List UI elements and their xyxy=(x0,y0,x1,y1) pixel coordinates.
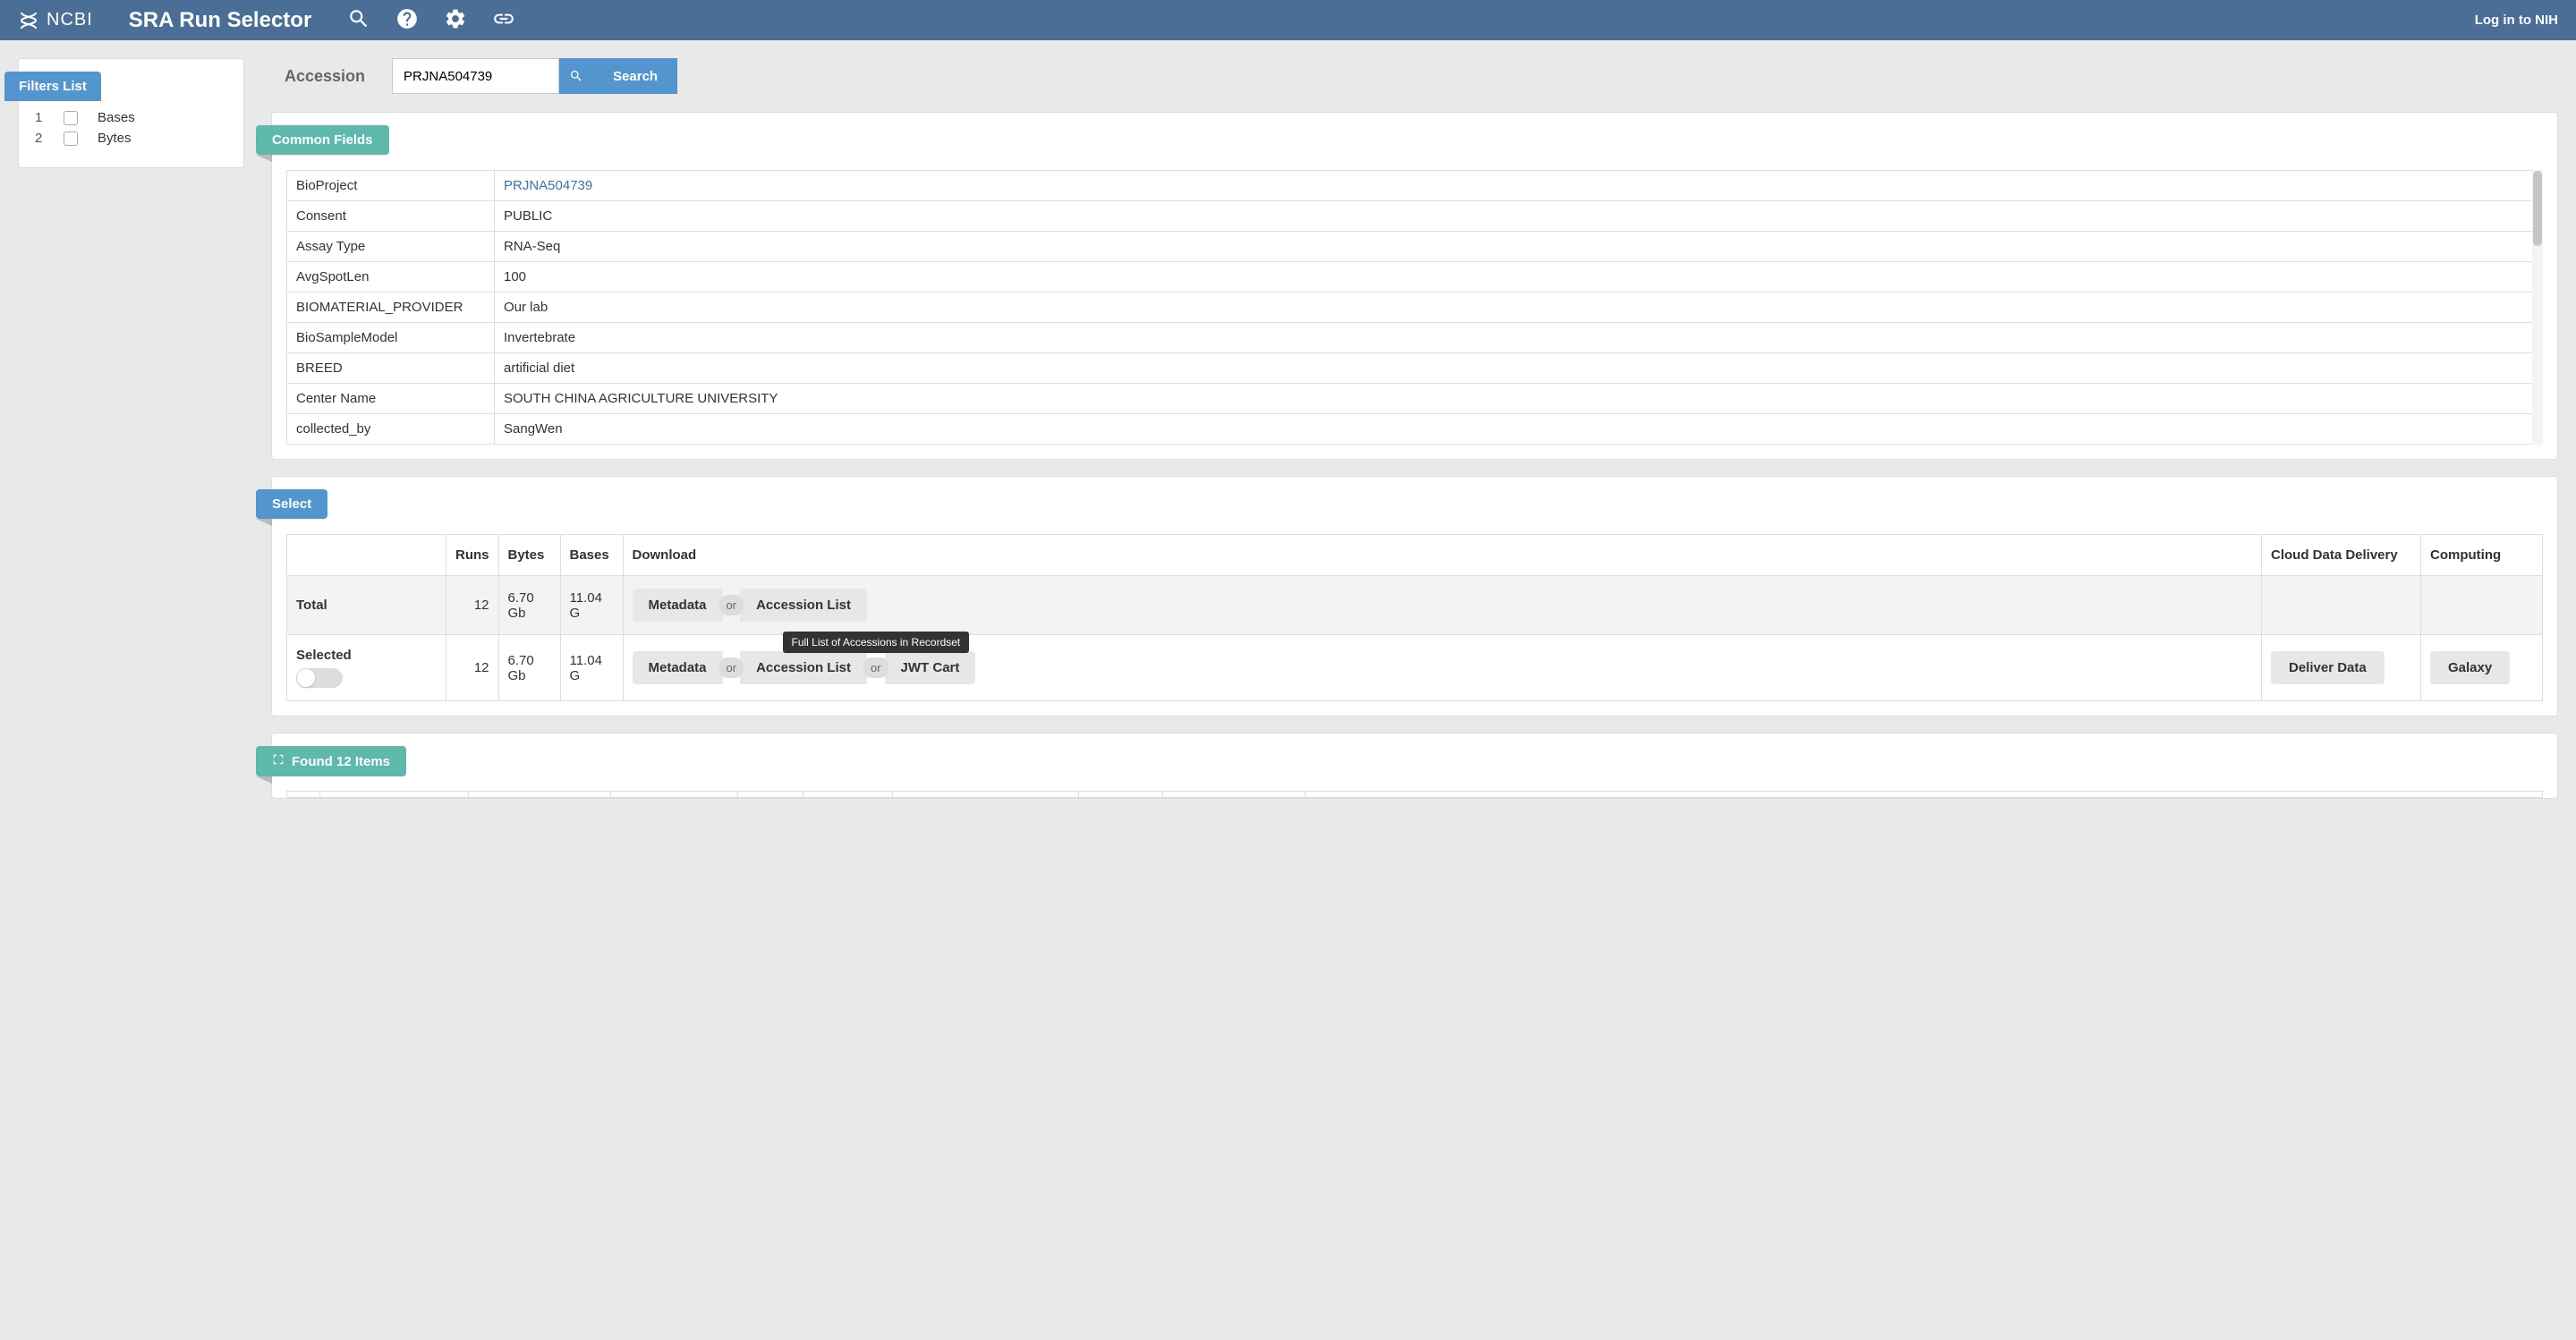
select-panel: Select Runs Bytes Bases Download Cloud D… xyxy=(271,476,2558,717)
common-field-row: BIOMATERIAL_PROVIDEROur lab xyxy=(287,293,2542,323)
common-field-key: Assay Type xyxy=(287,232,495,261)
expand-icon[interactable] xyxy=(272,753,285,769)
gear-icon[interactable] xyxy=(444,7,467,33)
sidebar: Filters List 1 Bases 2 Bytes xyxy=(18,58,244,168)
help-icon[interactable] xyxy=(395,7,419,33)
filter-item: 1 Bases xyxy=(35,110,227,125)
common-field-key: AvgSpotLen xyxy=(287,262,495,292)
row-total: Total 12 6.70 Gb 11.04 G Metadata or Acc… xyxy=(287,576,2543,635)
common-field-key: Center Name xyxy=(287,384,495,413)
common-field-key: collected_by xyxy=(287,414,495,444)
common-field-value: RNA-Seq xyxy=(495,232,2542,261)
selected-bases: 11.04 G xyxy=(560,635,623,701)
accession-list-button-total[interactable]: Accession List xyxy=(740,589,867,622)
common-field-value[interactable]: PRJNA504739 xyxy=(495,171,2542,200)
selected-bytes: 6.70 Gb xyxy=(498,635,560,701)
metadata-button-selected[interactable]: Metadata xyxy=(633,651,723,684)
search-icon-button[interactable] xyxy=(559,58,593,94)
total-label: Total xyxy=(287,576,446,635)
filter-num: 2 xyxy=(35,131,44,146)
found-items-panel: Found 12 Items xyxy=(271,733,2558,799)
metadata-button-total[interactable]: Metadata xyxy=(633,589,723,622)
login-link[interactable]: Log in to NIH xyxy=(2475,13,2558,28)
common-field-value: SOUTH CHINA AGRICULTURE UNIVERSITY xyxy=(495,384,2542,413)
filter-list: 1 Bases 2 Bytes xyxy=(19,101,243,146)
common-fields-panel: Common Fields BioProjectPRJNA504739Conse… xyxy=(271,112,2558,460)
common-field-key: BioSampleModel xyxy=(287,323,495,352)
found-items-label: Found 12 Items xyxy=(292,754,390,769)
common-field-key: BIOMATERIAL_PROVIDER xyxy=(287,293,495,322)
header: NCBI SRA Run Selector Log in to NIH xyxy=(0,0,2576,40)
common-field-row: BioSampleModelInvertebrate xyxy=(287,323,2542,353)
common-field-row: BREEDartificial diet xyxy=(287,353,2542,384)
common-field-value: PUBLIC xyxy=(495,201,2542,231)
scrollbar-track xyxy=(2532,170,2543,445)
select-table: Runs Bytes Bases Download Cloud Data Del… xyxy=(286,534,2543,701)
filter-label: Bytes xyxy=(98,131,132,146)
bioproject-link[interactable]: PRJNA504739 xyxy=(504,178,592,193)
scrollbar-thumb[interactable] xyxy=(2533,171,2542,246)
common-field-row: AvgSpotLen100 xyxy=(287,262,2542,293)
filter-label: Bases xyxy=(98,110,135,125)
col-bytes: Bytes xyxy=(498,535,560,576)
selected-toggle[interactable] xyxy=(296,668,343,688)
search-row: Accession Search xyxy=(285,58,2558,94)
jwt-cart-button[interactable]: JWT Cart xyxy=(885,651,976,684)
or-separator: or xyxy=(863,657,888,678)
common-field-row: ConsentPUBLIC xyxy=(287,201,2542,232)
or-separator: or xyxy=(719,657,744,678)
common-field-row: Center NameSOUTH CHINA AGRICULTURE UNIVE… xyxy=(287,384,2542,414)
common-field-value: Invertebrate xyxy=(495,323,2542,352)
common-field-row: Assay TypeRNA-Seq xyxy=(287,232,2542,262)
filters-list-tab: Filters List xyxy=(4,72,101,101)
col-bases: Bases xyxy=(560,535,623,576)
col-runs: Runs xyxy=(446,535,499,576)
total-bases: 11.04 G xyxy=(560,576,623,635)
row-selected: Selected 12 6.70 Gb 11.04 G Full List of… xyxy=(287,635,2543,701)
filter-num: 1 xyxy=(35,110,44,125)
accession-label: Accession xyxy=(285,67,365,86)
total-runs: 12 xyxy=(446,576,499,635)
accession-input[interactable] xyxy=(392,58,559,94)
col-cloud: Cloud Data Delivery xyxy=(2262,535,2421,576)
ncbi-helix-icon xyxy=(18,10,39,31)
common-field-key: BREED xyxy=(287,353,495,383)
common-field-row: BioProject PRJNA504739 xyxy=(287,171,2542,201)
ncbi-logo[interactable]: NCBI xyxy=(18,10,93,31)
search-icon[interactable] xyxy=(347,7,370,33)
common-field-key: BioProject xyxy=(287,171,495,200)
common-field-key: Consent xyxy=(287,201,495,231)
common-field-value: artificial diet xyxy=(495,353,2542,383)
filter-item: 2 Bytes xyxy=(35,131,227,146)
common-field-value: Our lab xyxy=(495,293,2542,322)
col-download: Download xyxy=(623,535,2262,576)
select-tab: Select xyxy=(256,489,327,519)
deliver-data-button[interactable]: Deliver Data xyxy=(2271,651,2385,684)
total-bytes: 6.70 Gb xyxy=(498,576,560,635)
accession-list-button-selected[interactable]: Accession List xyxy=(740,651,867,684)
app-title: SRA Run Selector xyxy=(129,8,311,33)
common-field-value: 100 xyxy=(495,262,2542,292)
or-separator: or xyxy=(719,595,744,615)
common-fields-table[interactable]: BioProject PRJNA504739 ConsentPUBLICAssay … xyxy=(286,170,2543,445)
selected-label: Selected xyxy=(296,648,352,663)
galaxy-button[interactable]: Galaxy xyxy=(2430,651,2510,684)
tooltip: Full List of Accessions in Recordset xyxy=(783,632,970,653)
link-icon[interactable] xyxy=(492,7,515,33)
search-icon xyxy=(569,69,583,83)
selected-runs: 12 xyxy=(446,635,499,701)
found-items-tab: Found 12 Items xyxy=(256,746,406,776)
col-computing: Computing xyxy=(2421,535,2543,576)
filter-checkbox-bytes[interactable] xyxy=(64,131,78,146)
ncbi-logo-text: NCBI xyxy=(47,10,93,30)
common-field-value: SangWen xyxy=(495,414,2542,444)
common-field-row: collected_bySangWen xyxy=(287,414,2542,444)
filter-checkbox-bases[interactable] xyxy=(64,111,78,125)
items-table xyxy=(286,791,2543,798)
common-fields-tab: Common Fields xyxy=(256,125,389,155)
search-button[interactable]: Search xyxy=(593,58,677,94)
header-icons xyxy=(347,7,515,33)
